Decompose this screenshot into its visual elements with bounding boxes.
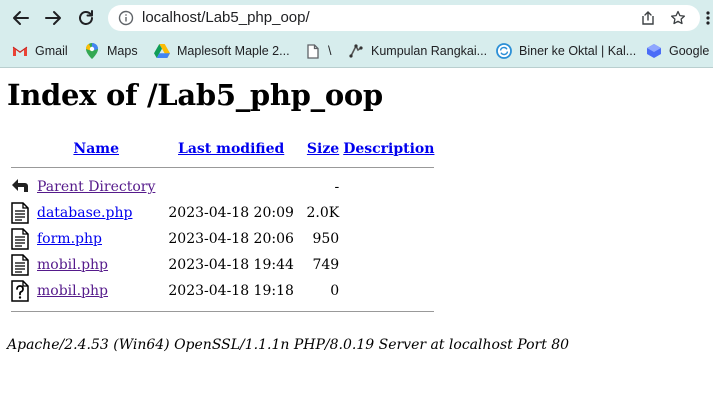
sort-by-size-link[interactable]: Size	[307, 141, 339, 157]
table-row: database.php 2023-04-18 20:09 2.0K	[10, 200, 435, 226]
bookmark-backslash[interactable]: \	[305, 41, 331, 61]
sort-by-name-link[interactable]: Name	[73, 141, 119, 157]
file-link[interactable]: form.php	[37, 231, 102, 247]
file-size: 950	[312, 231, 340, 247]
file-listing-table: Name Last modified Size Description Pare…	[8, 138, 437, 318]
back-icon	[12, 179, 28, 192]
bookmark-kumpulan[interactable]: Kumpulan Rangkai...	[348, 41, 487, 61]
text-file-icon	[11, 228, 29, 250]
header-row: Name Last modified Size Description	[10, 138, 435, 160]
drive-icon	[154, 43, 170, 59]
bookmark-label: Maplesoft Maple 2...	[177, 44, 290, 58]
bookmark-maps[interactable]: Maps	[84, 41, 138, 61]
google-icon	[646, 43, 662, 59]
file-size: 0	[330, 283, 340, 299]
table-row: Parent Directory -	[10, 174, 435, 200]
bookmark-google[interactable]: Google C	[646, 41, 713, 61]
back-button[interactable]	[10, 7, 32, 29]
file-link[interactable]: mobil.php	[37, 283, 108, 299]
address-bar[interactable]: localhost/Lab5_php_oop/	[108, 5, 700, 31]
bookmark-label: Gmail	[35, 44, 68, 58]
divider	[11, 310, 435, 312]
table-row: mobil.php 2023-04-18 19:44 749	[10, 252, 435, 278]
circuit-icon	[348, 43, 364, 59]
bookmark-label: Google C	[669, 44, 713, 58]
file-size: 749	[312, 257, 340, 273]
server-signature: Apache/2.4.53 (Win64) OpenSSL/1.1.1n PHP…	[7, 337, 570, 353]
maps-icon	[84, 43, 100, 59]
file-modified: 2023-04-18 20:09	[168, 205, 294, 221]
bookmarks-bar: Gmail Maps Maplesoft Maple 2... \ Kumpul…	[0, 36, 713, 68]
reload-button[interactable]	[75, 7, 97, 29]
menu-icon[interactable]	[706, 10, 710, 26]
parent-directory-link[interactable]: Parent Directory	[37, 179, 155, 195]
file-modified: 2023-04-18 20:06	[168, 231, 294, 247]
reload-icon	[79, 10, 93, 25]
file-modified: 2023-04-18 19:44	[168, 257, 294, 273]
info-icon[interactable]	[118, 10, 134, 26]
arrow-left-icon	[13, 11, 29, 25]
share-icon[interactable]	[640, 10, 656, 26]
unknown-file-icon	[11, 280, 29, 302]
bookmark-gmail[interactable]: Gmail	[12, 41, 68, 61]
converter-icon	[496, 43, 512, 59]
bookmark-biner-oktal[interactable]: Biner ke Oktal | Kal...	[496, 41, 636, 61]
bookmark-label: \	[328, 44, 332, 58]
browser-toolbar: localhost/Lab5_php_oop/	[0, 0, 713, 36]
file-modified: 2023-04-18 19:18	[168, 283, 294, 299]
file-link[interactable]: mobil.php	[37, 257, 108, 273]
bookmark-maplesoft[interactable]: Maplesoft Maple 2...	[154, 41, 290, 61]
size-column-header: Size	[297, 138, 340, 160]
text-file-icon	[11, 202, 29, 224]
file-size: -	[334, 179, 340, 195]
icon-column-header	[10, 138, 34, 160]
file-link[interactable]: database.php	[37, 205, 132, 221]
url-text[interactable]: localhost/Lab5_php_oop/	[142, 9, 310, 26]
gmail-icon	[12, 43, 28, 59]
bookmark-label: Maps	[107, 44, 138, 58]
modified-column-header: Last modified	[158, 138, 295, 160]
description-column-header: Description	[342, 138, 435, 160]
table-row: form.php 2023-04-18 20:06 950	[10, 226, 435, 252]
forward-button[interactable]	[42, 7, 64, 29]
sort-by-modified-link[interactable]: Last modified	[178, 141, 284, 157]
table-row: mobil.php 2023-04-18 19:18 0	[10, 278, 435, 304]
page-title: Index of /Lab5_php_oop	[7, 78, 383, 112]
sort-by-description-link[interactable]: Description	[343, 141, 434, 157]
file-size: 2.0K	[306, 205, 340, 221]
text-file-icon	[11, 254, 29, 276]
arrow-right-icon	[45, 11, 61, 25]
name-column-header: Name	[36, 138, 156, 160]
divider	[11, 166, 435, 168]
star-icon[interactable]	[670, 10, 686, 26]
bookmark-label: Biner ke Oktal | Kal...	[519, 44, 637, 58]
bookmark-label: Kumpulan Rangkai...	[371, 44, 488, 58]
document-icon	[305, 43, 321, 59]
